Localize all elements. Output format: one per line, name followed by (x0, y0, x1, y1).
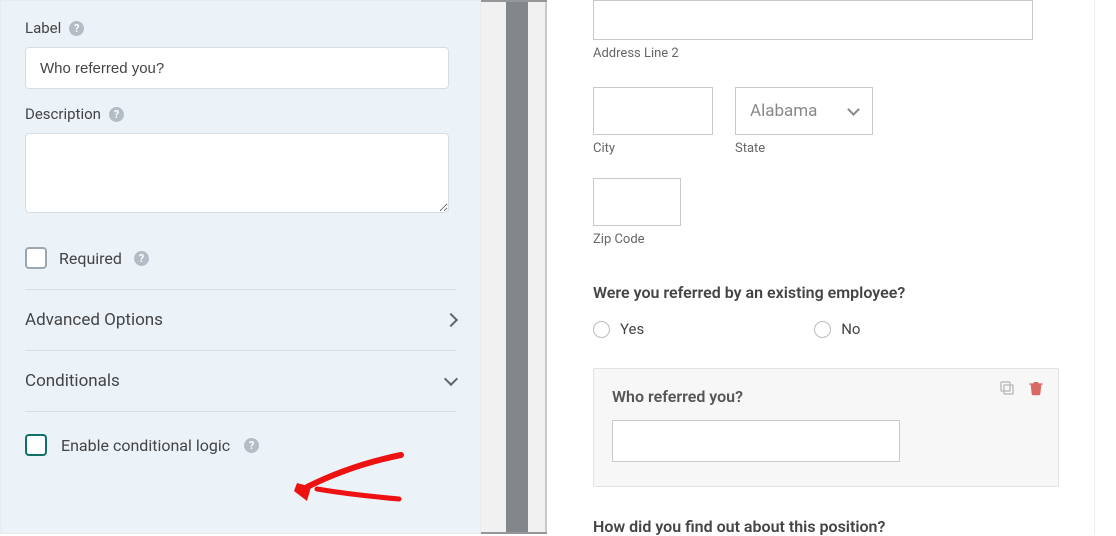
radio-label-yes: Yes (620, 320, 644, 338)
chevron-down-icon (847, 103, 860, 116)
address-line-2-input[interactable] (593, 0, 1033, 40)
help-icon[interactable]: ? (109, 107, 124, 122)
required-row: Required ? (25, 233, 456, 283)
advanced-options-title: Advanced Options (25, 310, 163, 330)
radio-option-yes[interactable]: Yes (593, 320, 644, 338)
radio-label-no: No (841, 320, 860, 338)
form-preview-panel: Address Line 2 City Alabama State Zip Co… (547, 0, 1116, 534)
duplicate-icon[interactable] (998, 379, 1016, 397)
city-label: City (593, 141, 713, 156)
help-icon[interactable]: ? (134, 251, 149, 266)
state-value: Alabama (750, 101, 817, 121)
radio-option-no[interactable]: No (814, 320, 860, 338)
enable-conditional-row: Enable conditional logic ? (25, 412, 456, 456)
label-title: Label (25, 19, 61, 37)
state-select[interactable]: Alabama (735, 87, 873, 135)
field-options-panel: Label ? Description ? Required ? Advance… (0, 0, 481, 534)
selected-field[interactable]: Who referred you? (593, 368, 1059, 487)
conditionals-title: Conditionals (25, 371, 120, 391)
chevron-right-icon (444, 313, 458, 327)
panel-divider (481, 0, 547, 534)
city-input[interactable] (593, 87, 713, 135)
description-group: Description ? (25, 105, 456, 217)
label-input[interactable] (25, 47, 449, 89)
selected-field-title: Who referred you? (612, 387, 1040, 406)
trash-icon[interactable] (1028, 379, 1044, 397)
scrollbar[interactable] (1094, 0, 1112, 534)
description-title: Description (25, 105, 101, 123)
chevron-down-icon (444, 372, 458, 386)
state-label: State (735, 141, 873, 156)
referred-question: Were you referred by an existing employe… (593, 283, 1096, 302)
zip-input[interactable] (593, 178, 681, 226)
radio-icon (593, 321, 610, 338)
label-group: Label ? (25, 19, 456, 89)
zip-label: Zip Code (593, 232, 1096, 247)
advanced-options-accordion[interactable]: Advanced Options (25, 290, 456, 351)
radio-icon (814, 321, 831, 338)
help-icon[interactable]: ? (69, 21, 84, 36)
annotation-arrow-icon (291, 447, 411, 523)
description-input[interactable] (25, 133, 449, 213)
who-referred-input[interactable] (612, 420, 900, 462)
required-checkbox[interactable] (25, 247, 47, 269)
howfind-question: How did you find out about this position… (593, 517, 1096, 536)
enable-conditional-label: Enable conditional logic (61, 436, 230, 455)
enable-conditional-checkbox[interactable] (25, 434, 47, 456)
help-icon[interactable]: ? (244, 438, 259, 453)
conditionals-accordion[interactable]: Conditionals (25, 351, 456, 412)
required-label: Required (59, 249, 122, 268)
address-line-2-label: Address Line 2 (593, 46, 1096, 61)
